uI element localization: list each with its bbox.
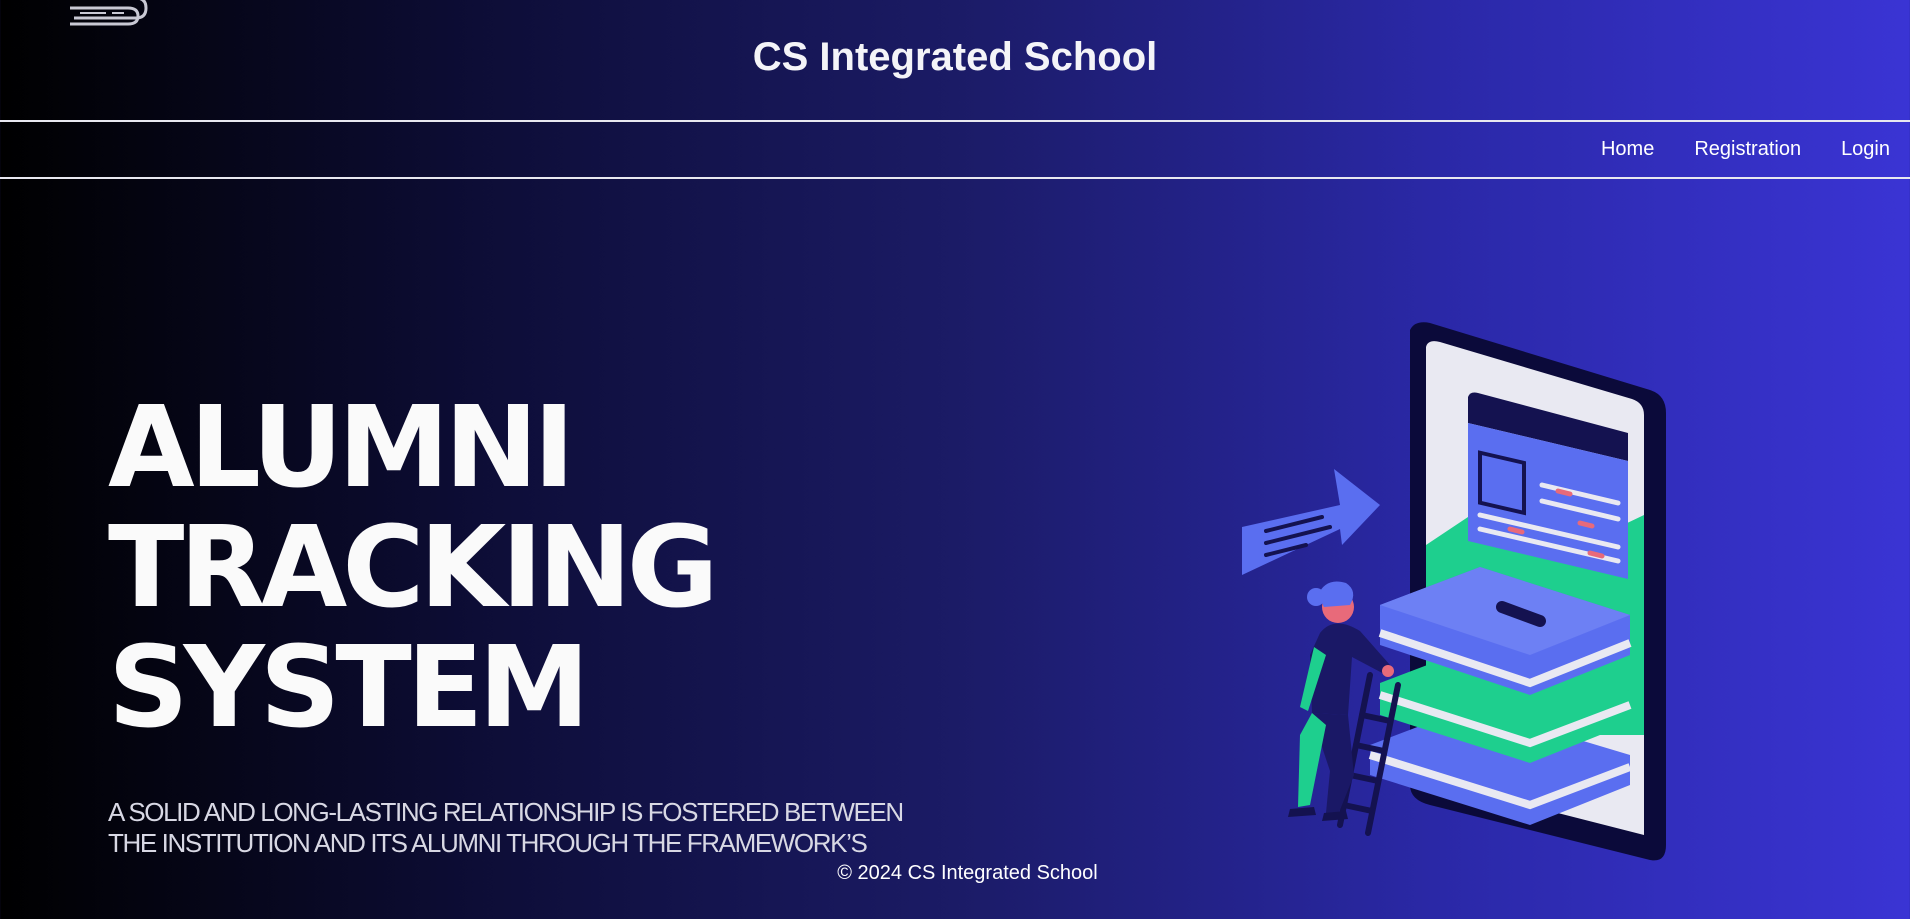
- nav-links: Home Registration Login: [1601, 122, 1890, 177]
- phone-books-ladder-illustration: [1242, 322, 1666, 861]
- book-stack-icon: [70, 0, 148, 26]
- hero-title-line: SYSTEM: [108, 623, 590, 753]
- nav-registration-link[interactable]: Registration: [1694, 138, 1801, 161]
- nav-home-link[interactable]: Home: [1601, 138, 1654, 161]
- hero-subtitle-line: A SOLID AND LONG-LASTING RELATIONSHIP IS…: [108, 797, 904, 827]
- site-title: CS Integrated School: [752, 35, 1158, 79]
- footer-copyright: © 2024 CS Integrated School: [837, 862, 1098, 884]
- hero-subtitle-line: THE INSTITUTION AND ITS ALUMNI THROUGH T…: [108, 828, 868, 858]
- hero-subtitle: A SOLID AND LONG-LASTING RELATIONSHIP IS…: [108, 797, 1008, 859]
- hero-title: ALUMNI TRACKING SYSTEM: [108, 383, 719, 753]
- nav-login-link[interactable]: Login: [1841, 138, 1890, 161]
- hero-title-line: ALUMNI: [108, 383, 575, 513]
- main-navbar: Home Registration Login: [0, 120, 1910, 179]
- hero-title-line: TRACKING: [108, 503, 719, 633]
